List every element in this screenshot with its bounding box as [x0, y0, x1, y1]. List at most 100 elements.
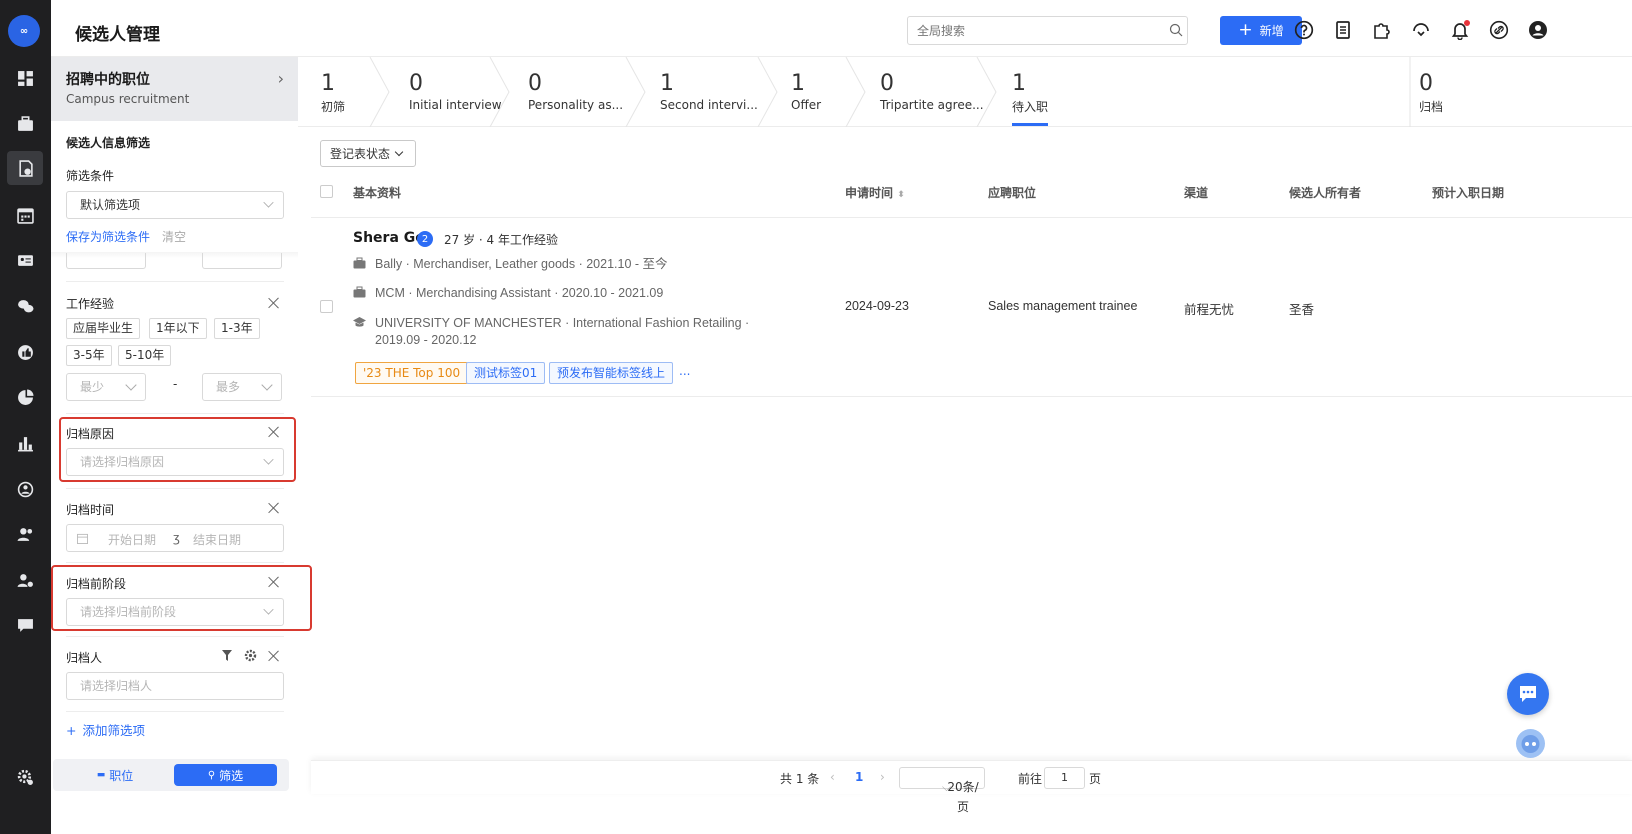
stage-label: Tripartite agree... — [880, 98, 984, 112]
app-logo-icon[interactable]: ∞ — [8, 15, 40, 47]
work-exp-max-select[interactable]: 最多 — [202, 373, 282, 401]
chat-bubble-icon[interactable] — [1507, 673, 1549, 715]
settings-gear-icon[interactable] — [14, 766, 36, 788]
stage-item[interactable]: 1 初筛 — [298, 57, 378, 127]
briefcase-icon — [353, 257, 366, 269]
close-icon[interactable] — [268, 502, 280, 514]
separator — [66, 413, 284, 414]
candidate-tag[interactable]: 预发布智能标签线上 — [549, 362, 674, 384]
end-date-placeholder[interactable]: 结束日期 — [193, 531, 241, 548]
col-onboard-date: 预计入职日期 — [1432, 186, 1505, 200]
next-page-icon[interactable]: › — [880, 770, 885, 784]
person-circle-icon[interactable] — [14, 478, 36, 500]
candidate-tag[interactable]: '23 THE Top 100 — [355, 362, 469, 384]
briefcase-icon[interactable] — [14, 113, 36, 135]
stage-item-archived[interactable]: 0 归档 — [1396, 57, 1496, 127]
stage-item[interactable]: 0 Initial interview — [386, 57, 502, 127]
robot-assistant-icon[interactable] — [1516, 729, 1545, 758]
archive-reason-select[interactable]: 请选择归档原因 — [66, 448, 284, 476]
help-icon[interactable] — [1294, 20, 1314, 40]
work-exp-option[interactable]: 1-3年 — [214, 318, 260, 339]
position-card[interactable]: 招聘中的职位 Campus recruitment › — [51, 57, 298, 121]
stage-item[interactable]: 0 Tripartite agree... — [857, 57, 984, 127]
calendar-icon[interactable] — [14, 204, 36, 226]
stage-count: 1 — [791, 71, 805, 96]
stage-label: Personality as... — [528, 98, 624, 112]
col-apply-time[interactable]: 申请时间 ⬍ — [845, 184, 905, 201]
stage-item[interactable]: 1 Offer — [768, 57, 848, 127]
user-group-icon[interactable] — [14, 523, 36, 545]
clear-link[interactable]: 清空 — [162, 228, 186, 245]
document-icon[interactable] — [1333, 20, 1353, 40]
close-icon[interactable] — [268, 426, 280, 438]
more-tags[interactable]: ... — [679, 364, 690, 378]
archive-stage-select[interactable]: 请选择归档前阶段 — [66, 598, 284, 626]
goto-page-input[interactable]: 1 — [1044, 767, 1085, 789]
chevron-down-icon: ⌵ — [942, 780, 952, 794]
select-all-checkbox[interactable] — [320, 185, 333, 198]
start-date-placeholder[interactable]: 开始日期 — [108, 531, 156, 548]
prev-range-max-partial[interactable] — [202, 253, 282, 269]
work-exp-option[interactable]: 3-5年 — [66, 345, 112, 366]
candidate-doc-icon[interactable] — [7, 151, 43, 185]
add-filter-link[interactable]: + 添加筛选项 — [66, 720, 145, 739]
bar-chart-icon[interactable] — [14, 432, 36, 454]
candidate-tag[interactable]: 测试标签01 — [466, 362, 546, 384]
work-exp-label: 工作经验 — [66, 297, 115, 311]
pie-chart-icon[interactable] — [14, 386, 36, 408]
archiver-select[interactable]: 请选择归档人 — [66, 672, 284, 700]
row-checkbox[interactable] — [320, 300, 333, 313]
gear-icon[interactable] — [244, 649, 257, 662]
add-new-button[interactable]: + 新增 — [1220, 16, 1302, 45]
work-experience-item: MCM · Merchandising Assistant · 2020.10 … — [353, 285, 663, 302]
archive-date-range[interactable]: 开始日期 ʒ 结束日期 — [66, 524, 284, 552]
graduation-cap-icon — [353, 317, 366, 327]
filter-funnel-icon[interactable] — [222, 650, 232, 661]
puzzle-icon[interactable] — [1372, 20, 1392, 40]
close-icon[interactable] — [268, 650, 280, 662]
support-icon[interactable] — [1411, 20, 1431, 40]
tab-positions[interactable]: ▬ 职位 — [59, 764, 171, 786]
prev-range-min-partial[interactable] — [66, 253, 146, 269]
dashboard-icon[interactable] — [14, 67, 36, 89]
position-cell: Sales management trainee — [988, 299, 1138, 313]
sort-icon[interactable]: ⬍ — [897, 190, 905, 200]
add-filter-label: 添加筛选项 — [82, 723, 145, 738]
global-search-input[interactable] — [907, 16, 1188, 45]
thumbs-up-icon[interactable] — [14, 341, 36, 363]
table-row[interactable]: Shera Ge 2 27 岁 · 4 年工作经验 Bally · Mercha… — [311, 218, 1632, 397]
chevron-down-icon — [125, 379, 137, 391]
work-exp-option[interactable]: 5-10年 — [118, 345, 172, 366]
user-settings-icon[interactable] — [14, 569, 36, 591]
account-avatar-icon[interactable] — [1528, 20, 1548, 40]
stage-item[interactable]: 0 Personality as... — [505, 57, 630, 127]
save-filter-link[interactable]: 保存为筛选条件 — [66, 228, 150, 245]
message-icon[interactable] — [14, 614, 36, 636]
archiver-label: 归档人 — [66, 651, 103, 665]
current-page[interactable]: 1 — [855, 770, 863, 784]
page-title: 候选人管理 — [75, 25, 160, 45]
search-icon[interactable] — [1169, 23, 1183, 37]
work-exp-option[interactable]: 1年以下 — [149, 318, 207, 339]
prev-page-icon[interactable]: ‹ — [830, 770, 835, 784]
registration-status-dropdown[interactable]: 登记表状态 — [320, 140, 416, 167]
filter-condition-select[interactable]: 默认筛选项 — [66, 191, 284, 219]
tab-filter[interactable]: ⚲ 筛选 — [174, 764, 277, 786]
close-icon[interactable] — [268, 576, 280, 588]
stage-item-active[interactable]: 1 待入职 — [989, 57, 1089, 127]
page-size-select[interactable]: 20条/页 ⌵ — [899, 767, 985, 814]
link-icon[interactable] — [1489, 20, 1509, 40]
archive-time-label: 归档时间 — [66, 503, 115, 517]
work-exp-min-select[interactable]: 最少 — [66, 373, 146, 401]
apply-time-cell: 2024-09-23 — [845, 299, 909, 313]
notification-bell-icon[interactable] — [1450, 20, 1470, 41]
chevron-right-icon[interactable]: › — [278, 69, 284, 88]
archive-reason-placeholder: 请选择归档原因 — [80, 455, 165, 469]
close-icon[interactable] — [268, 297, 280, 309]
archive-reason-label: 归档原因 — [66, 427, 115, 441]
candidate-name[interactable]: Shera Ge — [353, 230, 425, 246]
work-exp-option[interactable]: 应届毕业生 — [66, 318, 141, 339]
stage-item[interactable]: 1 Second intervi... — [637, 57, 762, 127]
wechat-icon[interactable] — [14, 295, 36, 317]
id-card-icon[interactable] — [14, 249, 36, 271]
